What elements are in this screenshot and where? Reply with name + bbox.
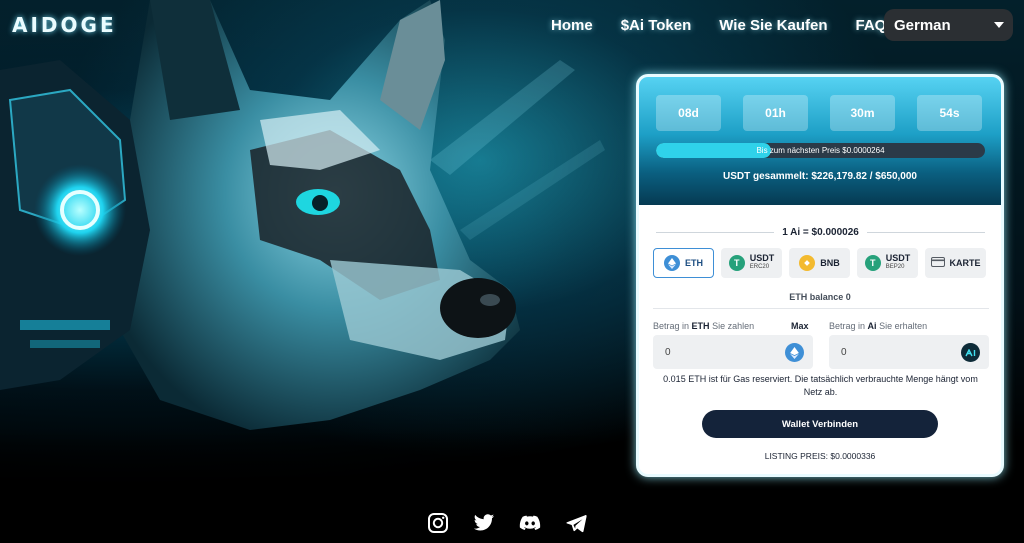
card-icon	[930, 257, 945, 269]
main-nav: Home $Ai Token Wie Sie Kaufen FAQ	[551, 17, 914, 34]
pay-option-network: ERC20	[749, 264, 770, 270]
language-select-value: German	[894, 16, 951, 34]
timer-days: 08d	[656, 95, 721, 131]
timer-hours: 01h	[743, 95, 808, 131]
pay-option-label: ETH	[685, 258, 703, 268]
discord-icon[interactable]	[519, 512, 541, 534]
timer-minutes: 30m	[830, 95, 895, 131]
pay-option-label: BNB	[820, 258, 840, 268]
instagram-icon[interactable]	[427, 512, 449, 534]
timer-seconds: 54s	[917, 95, 982, 131]
nav-ai-token[interactable]: $Ai Token	[621, 17, 692, 34]
telegram-icon[interactable]	[565, 512, 587, 534]
aidoge-dog-illustration	[0, 0, 605, 430]
usdt-icon: T	[728, 255, 745, 271]
usdt-icon: T	[864, 255, 881, 271]
presale-progress-bar: Bis zum nächsten Preis $0.0000264	[656, 143, 985, 158]
max-button[interactable]: Max	[791, 321, 809, 331]
pay-option-usdt-erc20[interactable]: T USDT ERC20	[721, 248, 782, 278]
presale-widget: 08d 01h 30m 54s Bis zum nächsten Preis $…	[636, 74, 1004, 477]
progress-text: Bis zum nächsten Preis $0.0000264	[756, 146, 885, 155]
nav-home[interactable]: Home	[551, 17, 593, 34]
pay-option-label: USDT	[749, 253, 775, 263]
language-select[interactable]: German	[884, 9, 1013, 41]
eth-icon	[664, 255, 680, 271]
nav-how-to-buy[interactable]: Wie Sie Kaufen	[719, 17, 827, 34]
aidoge-token-icon	[961, 343, 980, 362]
pay-amount-field[interactable]	[653, 335, 813, 369]
pay-option-card[interactable]: KARTE	[925, 248, 986, 278]
divider	[653, 308, 989, 309]
receive-amount-field[interactable]	[829, 335, 989, 369]
pay-option-label: KARTE	[949, 258, 981, 268]
gas-note: 0.015 ETH ist für Gas reserviert. Die ta…	[663, 374, 978, 397]
bnb-icon	[799, 255, 816, 271]
aidoge-logo[interactable]: AIDOGE	[12, 13, 117, 37]
listing-price: LISTING PREIS: $0.0000336	[764, 451, 876, 461]
divider	[866, 231, 986, 233]
pay-option-bnb[interactable]: BNB	[789, 248, 850, 278]
receive-amount-input[interactable]	[829, 335, 949, 369]
chevron-down-icon	[994, 22, 1004, 28]
pay-option-usdt-bep20[interactable]: T USDT BEP20	[857, 248, 918, 278]
receive-amount-label: Betrag in Ai Sie erhalten	[829, 321, 928, 331]
pay-amount-label: Betrag in ETH Sie zahlen	[653, 321, 755, 331]
eth-icon	[785, 343, 804, 362]
token-rate: 1 Ai = $0.000026	[782, 226, 859, 238]
countdown-timer: 08d 01h 30m 54s	[656, 95, 982, 131]
pay-amount-input[interactable]	[653, 335, 773, 369]
connect-wallet-button[interactable]: Wallet Verbinden	[702, 410, 938, 438]
social-links	[427, 512, 587, 534]
twitter-icon[interactable]	[473, 512, 495, 534]
rate-row: 1 Ai = $0.000026	[656, 226, 986, 238]
raised-amount: USDT gesammelt: $226,179.82 / $650,000	[722, 171, 917, 182]
divider	[656, 231, 775, 233]
pay-option-label: USDT	[885, 253, 911, 263]
widget-header: 08d 01h 30m 54s Bis zum nächsten Preis $…	[639, 77, 1001, 205]
nav-faq[interactable]: FAQ	[856, 17, 887, 34]
payment-options: ETH T USDT ERC20 BNB T USDT BEP20 KARTE	[653, 248, 986, 278]
pay-option-network: BEP20	[885, 264, 905, 270]
eth-balance: ETH balance 0	[789, 292, 851, 302]
pay-option-eth[interactable]: ETH	[653, 248, 714, 278]
